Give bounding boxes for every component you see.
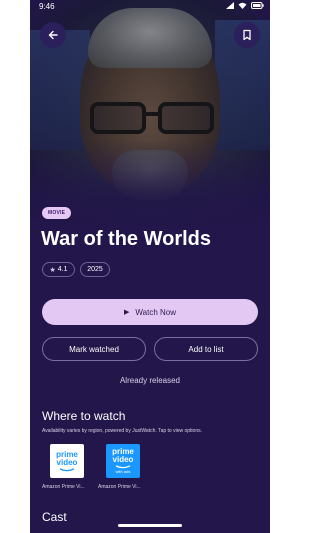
- provider-prime-video[interactable]: prime video: [50, 444, 84, 478]
- provider-label: Amazon Prime Vi...: [42, 484, 85, 490]
- hero-gradient-overlay: [30, 140, 270, 235]
- watch-now-label: Watch Now: [135, 307, 176, 317]
- home-indicator[interactable]: [118, 524, 182, 527]
- release-status: Already released: [119, 376, 181, 385]
- status-icons: [226, 2, 264, 9]
- provider-label: Amazon Prime Vi...: [98, 484, 141, 490]
- bookmark-button[interactable]: [234, 22, 260, 48]
- cast-heading: Cast: [42, 510, 67, 524]
- mark-watched-button[interactable]: Mark watched: [42, 337, 146, 361]
- add-to-list-label: Add to list: [188, 344, 224, 354]
- signal-icon: [226, 2, 234, 9]
- rating-value: 4.1: [57, 266, 68, 273]
- where-to-watch-heading: Where to watch: [42, 409, 126, 423]
- portrait-glasses: [90, 102, 214, 134]
- status-time: 9:46: [39, 2, 55, 11]
- status-bar: 9:46: [30, 0, 270, 14]
- play-icon: ▶: [124, 309, 130, 316]
- logo-video-text: video: [112, 455, 134, 464]
- provider-prime-video-with-ads[interactable]: prime video with ads: [106, 444, 140, 478]
- prime-smile-icon: [59, 467, 75, 471]
- logo-video-text: video: [56, 457, 78, 467]
- media-type-badge: MOVIE: [42, 207, 72, 219]
- battery-icon: [251, 2, 264, 9]
- star-icon: ★: [49, 266, 56, 274]
- where-to-watch-subtitle: Availability varies by region, powered b…: [42, 428, 202, 434]
- back-button[interactable]: [40, 22, 66, 48]
- portrait-hair: [88, 8, 212, 68]
- rating-chip: ★ 4.1: [42, 262, 75, 277]
- movie-title: War of the Worlds: [41, 228, 211, 250]
- logo-with-ads-text: with ads: [115, 469, 131, 474]
- year-value: 2025: [87, 266, 103, 273]
- watch-now-button[interactable]: ▶ Watch Now: [42, 299, 258, 325]
- mark-watched-label: Mark watched: [69, 344, 119, 354]
- year-chip: 2025: [80, 262, 110, 277]
- add-to-list-button[interactable]: Add to list: [154, 337, 258, 361]
- movie-detail-screen: 9:46 MOVIE War of the Worlds ★ 4.1 2025 …: [30, 0, 270, 533]
- wifi-icon: [238, 2, 247, 9]
- arrow-left-icon: [48, 30, 58, 40]
- bookmark-icon: [243, 29, 251, 41]
